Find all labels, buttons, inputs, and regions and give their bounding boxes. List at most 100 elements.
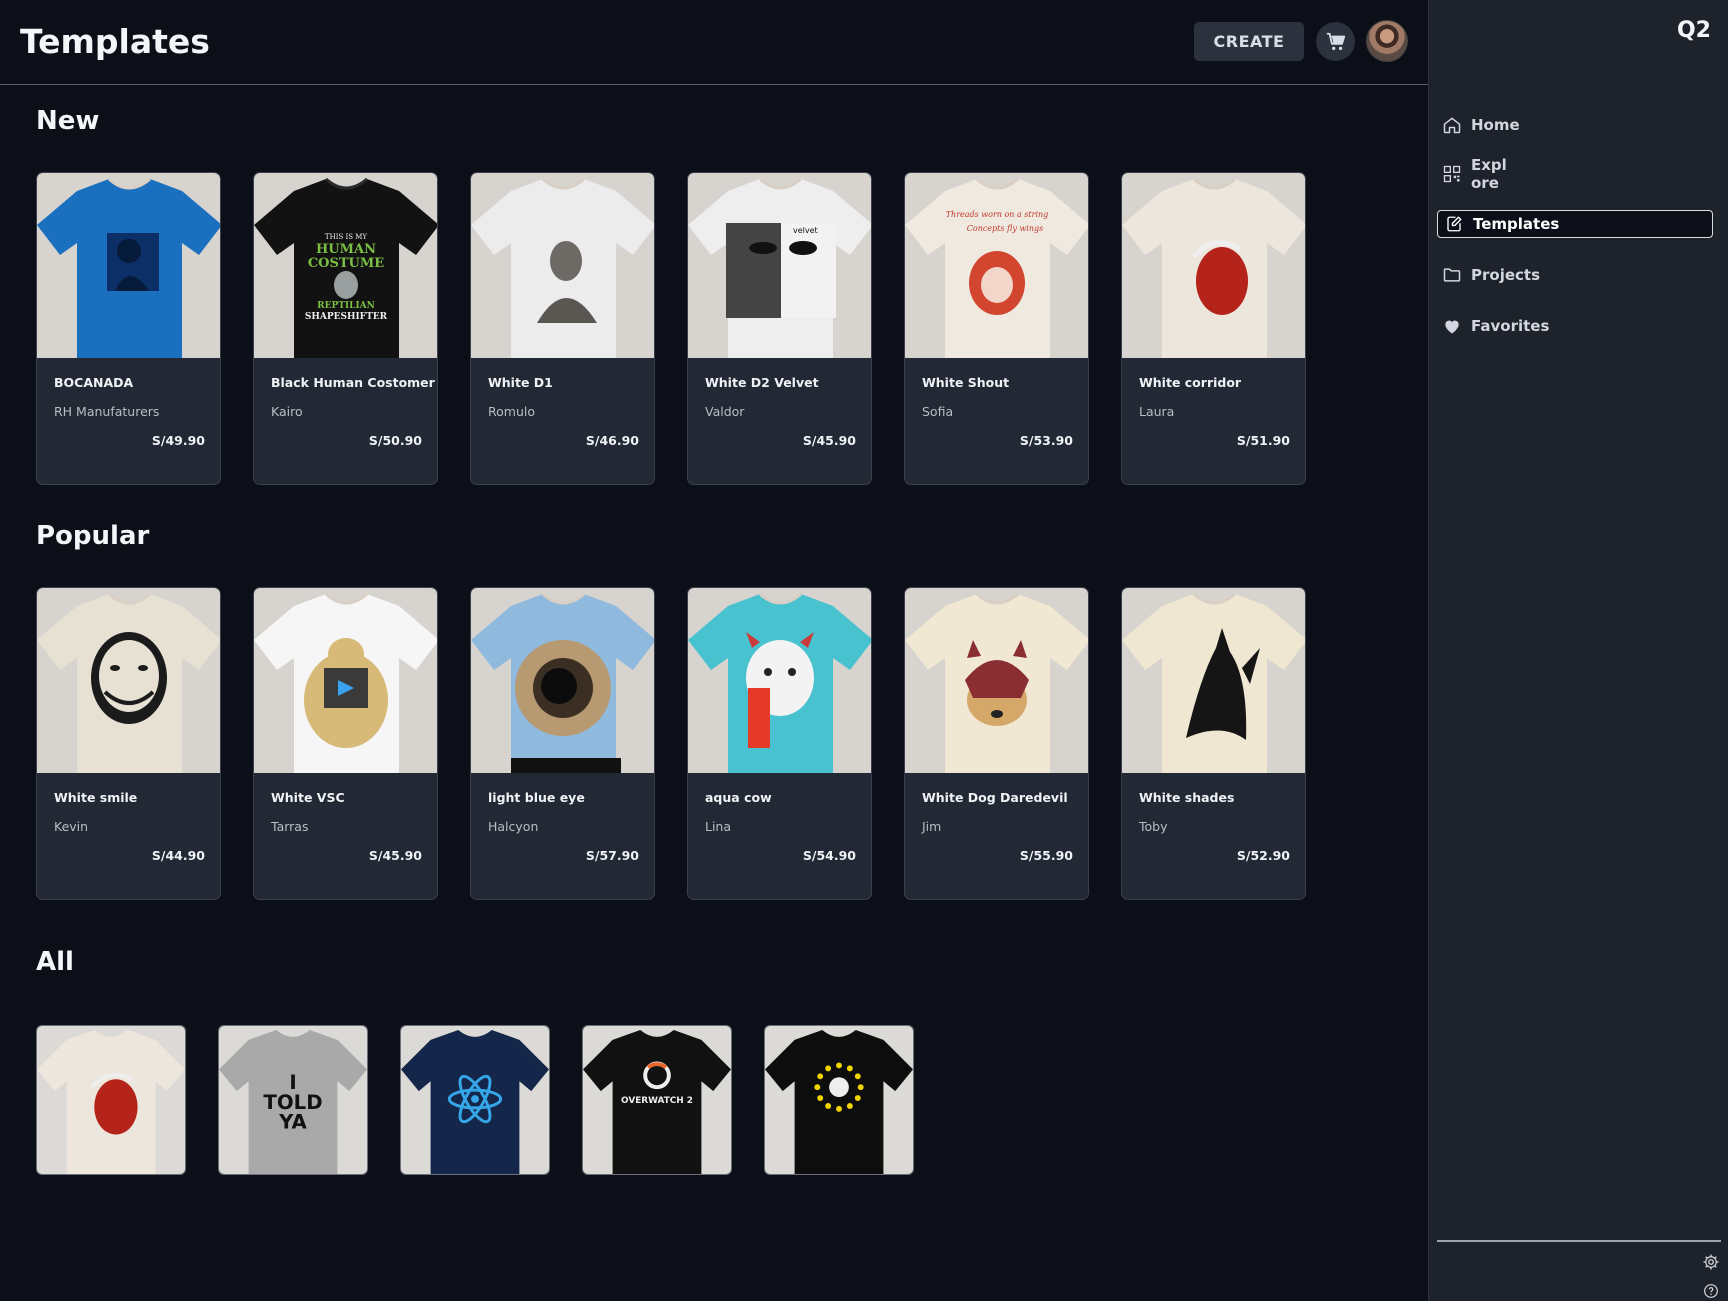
product-author: Laura — [1139, 404, 1175, 419]
product-name: Black Human Costomer — [271, 375, 435, 390]
product-name: White D1 — [488, 375, 553, 390]
product-image[interactable]: velvet — [688, 173, 871, 358]
product-price: S/45.90 — [802, 433, 856, 448]
create-button[interactable]: CREATE — [1194, 22, 1304, 61]
cart-icon — [1326, 32, 1345, 50]
template-thumbnail[interactable]: OVERWATCH 2 — [582, 1025, 732, 1175]
section-title-popular: Popular — [36, 521, 150, 551]
gear-icon — [1703, 1254, 1719, 1270]
product-image[interactable] — [471, 173, 654, 358]
product-price: S/50.90 — [368, 433, 422, 448]
sidebar-item-label: Favorites — [1471, 317, 1550, 335]
product-name: White Shout — [922, 375, 1010, 390]
product-author: Kevin — [54, 819, 89, 834]
product-author: Romulo — [488, 404, 535, 419]
folder-icon — [1441, 264, 1463, 286]
product-card[interactable]: White shades Toby S/52.90 — [1121, 587, 1306, 900]
svg-text:HUMAN: HUMAN — [316, 242, 376, 257]
section-title-new: New — [36, 106, 100, 136]
top-bar: Templates CREATE — [0, 0, 1428, 85]
sidebar-divider — [1437, 1240, 1721, 1242]
avatar[interactable] — [1366, 20, 1408, 62]
heart-icon — [1441, 315, 1463, 337]
sidebar-item-templates[interactable]: Templates — [1437, 210, 1713, 238]
main-content: Templates CREATE New BOCANADA RH Manufat… — [0, 0, 1428, 1301]
product-card[interactable]: velvet White D2 Velvet Valdor S/45.90 — [687, 172, 872, 485]
product-name: White VSC — [271, 790, 345, 805]
settings-button[interactable] — [1702, 1253, 1720, 1271]
svg-text:YA: YA — [278, 1111, 307, 1134]
svg-text:COSTUME: COSTUME — [308, 256, 384, 271]
product-image[interactable] — [688, 588, 871, 773]
sidebar: Q2 Home Expl ore Templates Projects Favo… — [1428, 0, 1728, 1301]
svg-text:velvet: velvet — [793, 226, 818, 235]
product-card[interactable]: light blue eye Halcyon S/57.90 — [470, 587, 655, 900]
help-icon — [1704, 1284, 1718, 1298]
product-name: BOCANADA — [54, 375, 134, 390]
product-author: Valdor — [705, 404, 745, 419]
cart-button[interactable] — [1316, 22, 1355, 61]
product-image[interactable]: Threads worn on a string Concepts fly win… — [905, 173, 1088, 358]
svg-text:THIS IS MY: THIS IS MY — [325, 233, 368, 241]
svg-text:Concepts fly wings: Concepts fly wings — [967, 224, 1043, 233]
sidebar-item-home[interactable]: Home — [1441, 114, 1717, 136]
product-card[interactable]: White VSC Tarras S/45.90 — [253, 587, 438, 900]
sidebar-item-projects[interactable]: Projects — [1441, 264, 1717, 286]
sidebar-explore-line1: Expl — [1471, 156, 1507, 174]
product-card[interactable]: BOCANADA RH Manufaturers S/49.90 — [36, 172, 221, 485]
product-name: White D2 Velvet — [705, 375, 819, 390]
product-author: Toby — [1139, 819, 1168, 834]
template-thumbnail[interactable] — [764, 1025, 914, 1175]
sidebar-item-label: Templates — [1473, 215, 1560, 233]
product-author: Jim — [922, 819, 942, 834]
product-author: Kairo — [271, 404, 303, 419]
product-price: S/54.90 — [802, 848, 856, 863]
product-author: Tarras — [271, 819, 309, 834]
product-image[interactable] — [471, 588, 654, 773]
product-card[interactable]: aqua cow Lina S/54.90 — [687, 587, 872, 900]
product-image[interactable] — [37, 173, 220, 358]
section-title-all: All — [36, 947, 74, 977]
product-image[interactable] — [905, 588, 1088, 773]
product-card[interactable]: White Dog Daredevil Jim S/55.90 — [904, 587, 1089, 900]
page-title: Templates — [20, 22, 210, 61]
product-name: aqua cow — [705, 790, 772, 805]
product-price: S/49.90 — [151, 433, 205, 448]
brand-logo: Q2 — [1676, 18, 1711, 43]
app-root: Templates CREATE New BOCANADA RH Manufat… — [0, 0, 1728, 1301]
product-price: S/44.90 — [151, 848, 205, 863]
product-price: S/51.90 — [1236, 433, 1290, 448]
sidebar-item-explore[interactable]: Expl ore — [1441, 156, 1717, 192]
product-card[interactable]: THIS IS MY HUMAN COSTUME REPTILIAN SHAPESHIF… — [253, 172, 438, 485]
template-thumbnail[interactable] — [400, 1025, 550, 1175]
product-card[interactable]: White corridor Laura S/51.90 — [1121, 172, 1306, 485]
product-card[interactable]: White D1 Romulo S/46.90 — [470, 172, 655, 485]
template-thumbnail[interactable] — [36, 1025, 186, 1175]
product-price: S/57.90 — [585, 848, 639, 863]
product-image[interactable] — [37, 588, 220, 773]
product-card[interactable]: White smile Kevin S/44.90 — [36, 587, 221, 900]
product-name: White corridor — [1139, 375, 1242, 390]
svg-text:Threads worn on a string: Threads worn on a string — [946, 210, 1049, 219]
sidebar-item-label: Home — [1471, 116, 1520, 134]
product-image[interactable] — [1122, 588, 1305, 773]
product-price: S/52.90 — [1236, 848, 1290, 863]
svg-text:SHAPESHIFTER: SHAPESHIFTER — [305, 312, 388, 322]
product-name: light blue eye — [488, 790, 585, 805]
sidebar-item-label: Expl ore — [1471, 156, 1507, 192]
sidebar-item-label: Projects — [1471, 266, 1541, 284]
sidebar-explore-line2: ore — [1471, 174, 1499, 192]
product-price: S/46.90 — [585, 433, 639, 448]
product-card[interactable]: Threads worn on a string Concepts fly win… — [904, 172, 1089, 485]
product-image[interactable] — [1122, 173, 1305, 358]
sidebar-item-favorites[interactable]: Favorites — [1441, 315, 1717, 337]
product-author: Lina — [705, 819, 732, 834]
product-author: Sofia — [922, 404, 954, 419]
svg-text:OVERWATCH 2: OVERWATCH 2 — [621, 1096, 693, 1106]
product-image[interactable]: THIS IS MY HUMAN COSTUME REPTILIAN SHAPESHIF… — [254, 173, 437, 358]
product-name: White shades — [1139, 790, 1235, 805]
help-button[interactable] — [1702, 1282, 1720, 1300]
template-thumbnail[interactable]: I TOLD YA — [218, 1025, 368, 1175]
template-edit-icon — [1443, 213, 1465, 235]
product-image[interactable] — [254, 588, 437, 773]
